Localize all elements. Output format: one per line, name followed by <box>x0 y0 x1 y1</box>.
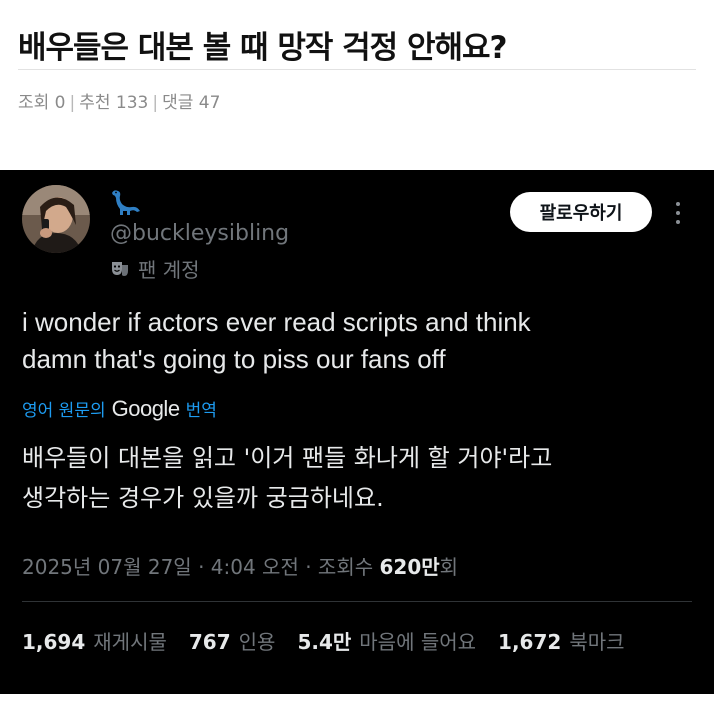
quotes-count: 767 <box>188 630 231 654</box>
tweet-timestamp[interactable]: 2025년 07월 27일 · 4:04 오전 · 조회수 620만회 <box>22 551 458 580</box>
embedded-tweet: @buckleysibling 팬 계정 팔로우하기 i wonder if a… <box>0 170 714 694</box>
tweet-text-line: damn that's going to piss our fans off <box>22 344 446 374</box>
more-options-icon[interactable] <box>668 200 688 226</box>
view-count: 조회 0 <box>18 93 66 113</box>
theater-masks-icon <box>110 259 130 279</box>
recommend-count: 추천 133 <box>79 93 149 113</box>
translate-prefix[interactable]: 영어 원문의 <box>22 396 106 421</box>
fan-account-label: 팬 계정 <box>138 258 200 282</box>
timestamp-text[interactable]: 2025년 07월 27일 · 4:04 오전 · 조회수 <box>22 555 379 579</box>
google-logo: Google <box>111 396 180 421</box>
follow-button[interactable]: 팔로우하기 <box>510 192 652 232</box>
comment-count[interactable]: 댓글 47 <box>162 93 220 113</box>
post-title: 배우들은 대본 볼 때 망작 걱정 안해요? <box>18 30 508 66</box>
dinosaur-icon <box>110 188 142 216</box>
likes-stat[interactable]: 5.4만 마음에 들어요 <box>297 626 476 655</box>
bookmarks-label: 북마크 <box>569 630 625 654</box>
likes-count: 5.4만 <box>297 630 352 654</box>
meta-separator: | <box>69 93 76 113</box>
translated-text-line: 배우들이 대본을 읽고 '이거 팬들 화나게 할 거야'라고 <box>22 444 553 472</box>
post-meta: 조회 0 | 추천 133 | 댓글 47 <box>18 88 220 113</box>
translate-suffix[interactable]: 번역 <box>186 396 217 421</box>
likes-label: 마음에 들어요 <box>359 630 477 654</box>
tweet-text-line: i wonder if actors ever read scripts and… <box>22 307 531 337</box>
avatar[interactable] <box>22 185 90 253</box>
quotes-stat[interactable]: 767 인용 <box>189 626 276 655</box>
tweet-text: i wonder if actors ever read scripts and… <box>22 304 692 378</box>
translation-attribution[interactable]: 영어 원문의 Google 번역 <box>22 396 217 422</box>
bookmarks-count: 1,672 <box>498 630 562 654</box>
translated-text-line: 생각하는 경우가 있을까 궁금하네요. <box>22 484 384 512</box>
meta-separator: | <box>152 93 159 113</box>
views-suffix: 회 <box>439 555 459 579</box>
bookmarks-stat[interactable]: 1,672 북마크 <box>498 626 624 655</box>
tweet-handle[interactable]: @buckleysibling <box>110 221 289 246</box>
retweets-stat[interactable]: 1,694 재게시물 <box>22 626 167 655</box>
quotes-label: 인용 <box>238 630 276 654</box>
retweets-label: 재게시물 <box>93 630 167 654</box>
tweet-divider <box>22 601 692 602</box>
fan-account-badge: 팬 계정 <box>110 254 200 283</box>
views-count: 620만 <box>379 555 440 579</box>
translated-text: 배우들이 대본을 읽고 '이거 팬들 화나게 할 거야'라고 생각하는 경우가 … <box>22 438 692 518</box>
engagement-stats: 1,694 재게시물 767 인용 5.4만 마음에 들어요 1,672 북마크 <box>22 626 625 655</box>
retweets-count: 1,694 <box>22 630 86 654</box>
title-divider <box>18 69 696 70</box>
